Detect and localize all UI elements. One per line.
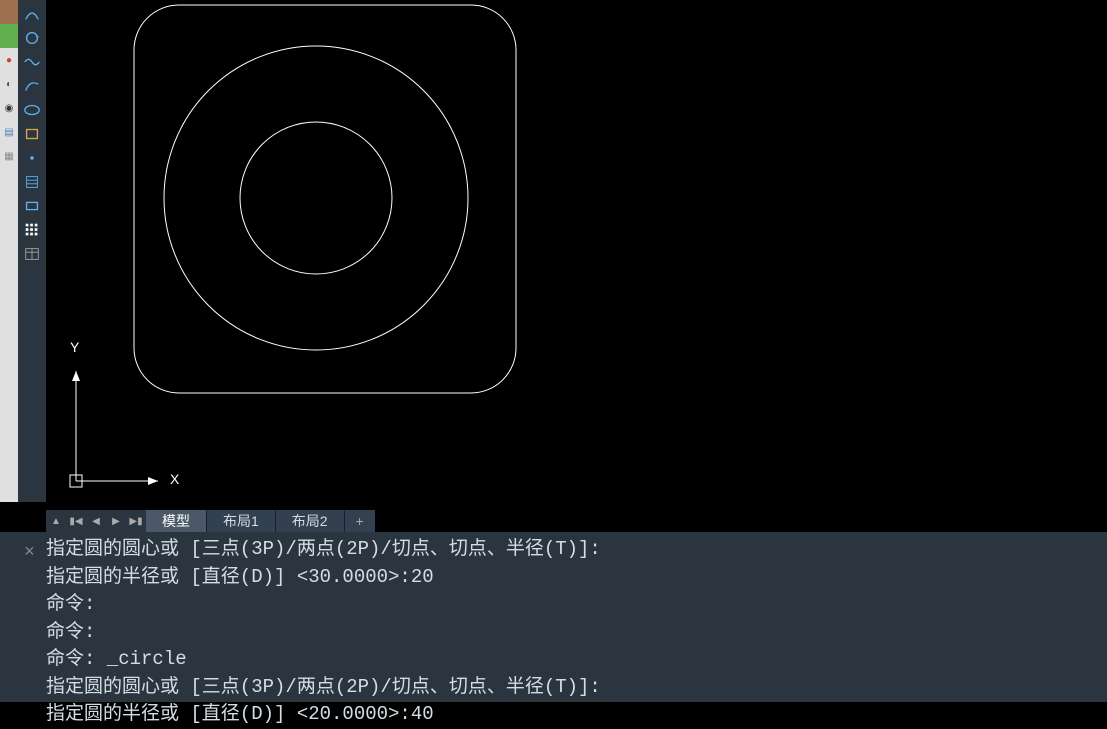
command-line: 指定圆的半径或 [直径(D)] <30.0000>:20 (46, 564, 1101, 592)
arc-tool[interactable] (20, 3, 44, 25)
app-icon-7[interactable]: ▦ (0, 144, 18, 168)
curve-tool[interactable] (20, 75, 44, 97)
command-line: 命令: _circle (46, 646, 1101, 674)
outer-circle-shape (164, 46, 468, 350)
tab-next-icon[interactable]: ▶ (106, 510, 126, 532)
tab-collapse-icon[interactable]: ▲ (46, 510, 66, 532)
tab-prev-icon[interactable]: ◀ (86, 510, 106, 532)
inner-circle-shape (240, 122, 392, 274)
object-tool[interactable] (20, 123, 44, 145)
tab-last-icon[interactable]: ▶▮ (126, 510, 146, 532)
point-tool[interactable] (20, 147, 44, 169)
tab-layout2[interactable]: 布局2 (276, 510, 345, 532)
ellipse-tool[interactable] (20, 99, 44, 121)
drawing-svg (46, 0, 1107, 502)
ucs-x-label: X (170, 471, 179, 487)
drawing-canvas[interactable]: X Y (46, 0, 1107, 502)
rect-tool[interactable] (20, 195, 44, 217)
tab-label: 布局2 (292, 511, 328, 531)
app-icon-5[interactable]: ◉ (0, 96, 18, 120)
app-icon-2[interactable] (0, 24, 18, 48)
rotate-tool[interactable] (20, 27, 44, 49)
command-line: 指定圆的圆心或 [三点(3P)/两点(2P)/切点、切点、半径(T)]: (46, 674, 1101, 702)
command-window[interactable]: × 指定圆的圆心或 [三点(3P)/两点(2P)/切点、切点、半径(T)]: 指… (0, 532, 1107, 702)
app-icon-1[interactable] (0, 0, 18, 24)
command-line: 指定圆的半径或 [直径(D)] <20.0000>:40 (46, 701, 1101, 729)
tab-label: 布局1 (223, 511, 259, 531)
layout-tab-bar: ▲ ▮◀ ◀ ▶ ▶▮ 模型 布局1 布局2 + (46, 510, 375, 532)
rounded-rect-shape (134, 5, 516, 393)
command-line: 命令: (46, 619, 1101, 647)
ucs-icon: X Y (58, 339, 168, 494)
app-icon-3[interactable]: ● (0, 48, 18, 72)
command-line: 指定圆的圆心或 [三点(3P)/两点(2P)/切点、切点、半径(T)]: (46, 536, 1101, 564)
wave-tool[interactable] (20, 51, 44, 73)
tab-add-button[interactable]: + (345, 510, 375, 532)
tool-sidebar (18, 0, 46, 502)
hatch-tool[interactable] (20, 171, 44, 193)
tab-label: 模型 (162, 511, 190, 531)
app-icon-6[interactable]: ▤ (0, 120, 18, 144)
tab-layout1[interactable]: 布局1 (207, 510, 276, 532)
tab-first-icon[interactable]: ▮◀ (66, 510, 86, 532)
os-app-sidebar: ● ◐ ◉ ▤ ▦ (0, 0, 18, 502)
command-line: 命令: (46, 591, 1101, 619)
app-icon-4[interactable]: ◐ (0, 72, 18, 96)
command-close-icon[interactable]: × (24, 540, 35, 566)
table-tool[interactable] (20, 243, 44, 265)
grid-tool[interactable] (20, 219, 44, 241)
ucs-y-label: Y (70, 339, 79, 355)
tab-model[interactable]: 模型 (146, 510, 207, 532)
